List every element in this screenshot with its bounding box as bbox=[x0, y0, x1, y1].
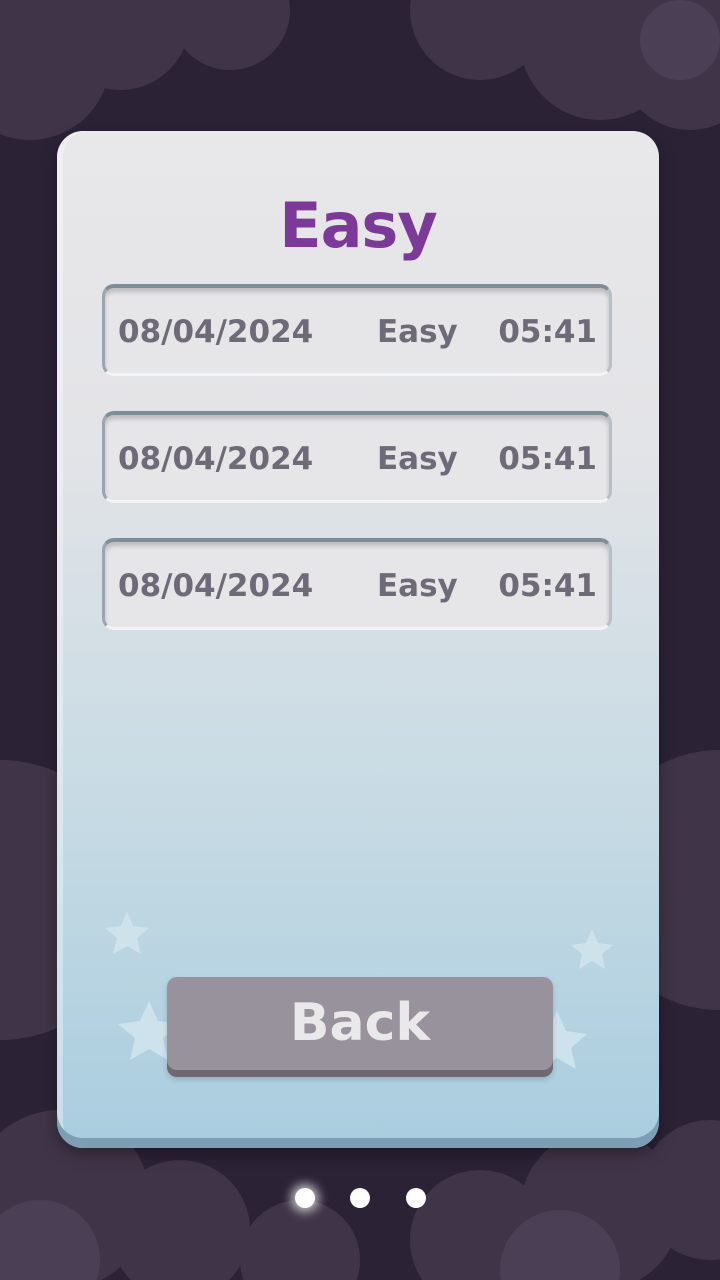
score-date: 08/04/2024 bbox=[118, 568, 314, 604]
score-difficulty: Easy bbox=[377, 314, 458, 350]
score-time: 05:41 bbox=[498, 441, 597, 477]
score-panel: Easy 08/04/2024 Easy 05:41 08/04/2024 Ea… bbox=[57, 131, 659, 1148]
back-button[interactable]: Back bbox=[167, 977, 553, 1077]
score-time: 05:41 bbox=[498, 314, 597, 350]
score-row: 08/04/2024 Easy 05:41 bbox=[102, 411, 612, 503]
page-dot-2[interactable] bbox=[350, 1188, 370, 1208]
score-row: 08/04/2024 Easy 05:41 bbox=[102, 538, 612, 630]
score-difficulty: Easy bbox=[377, 441, 458, 477]
score-date: 08/04/2024 bbox=[118, 441, 314, 477]
score-time: 05:41 bbox=[498, 568, 597, 604]
star-icon bbox=[571, 929, 613, 969]
page-dot-1[interactable] bbox=[295, 1188, 315, 1208]
score-difficulty: Easy bbox=[377, 568, 458, 604]
page-dot-3[interactable] bbox=[406, 1188, 426, 1208]
page-title: Easy bbox=[279, 189, 438, 262]
page-indicator bbox=[0, 1184, 720, 1214]
score-date: 08/04/2024 bbox=[118, 314, 314, 350]
score-row: 08/04/2024 Easy 05:41 bbox=[102, 284, 612, 376]
star-icon bbox=[105, 911, 149, 954]
